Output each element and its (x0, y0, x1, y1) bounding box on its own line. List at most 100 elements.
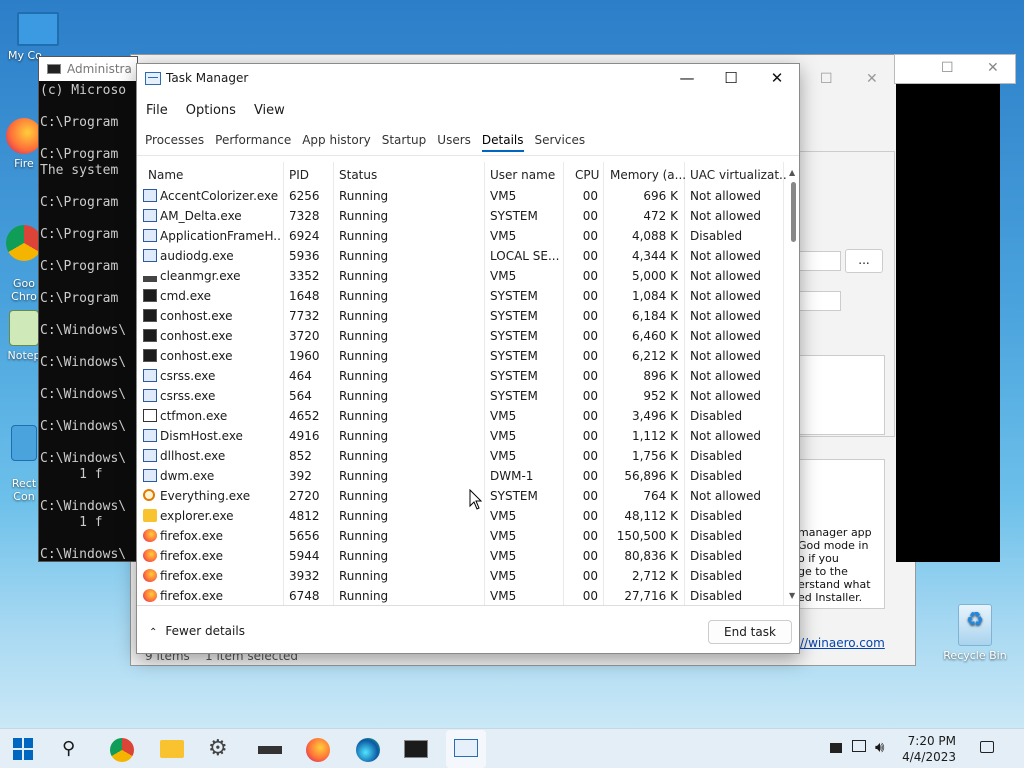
cleanmgr-icon[interactable] (258, 746, 282, 754)
cell-name: audiodg.exe (160, 249, 234, 263)
col-header-name[interactable]: Name (148, 168, 183, 188)
app-window-icon (143, 369, 157, 382)
tray-monitor-icon[interactable] (852, 740, 866, 752)
file-explorer-icon[interactable] (160, 740, 184, 758)
table-row[interactable]: dwm.exe 392 Running DWM-1 00 56,896 K Disabled (138, 466, 786, 486)
cell-user: SYSTEM (490, 289, 538, 303)
tab-app-history[interactable]: App history (302, 133, 371, 150)
scroll-down-icon[interactable]: ▼ (789, 591, 795, 600)
table-row[interactable]: ctfmon.exe 4652 Running VM5 00 3,496 K Disable… (138, 406, 786, 426)
cell-name: conhost.exe (160, 309, 233, 323)
search-icon[interactable]: ⚲ (62, 738, 86, 760)
browse-button[interactable]: ... (845, 249, 883, 273)
fewer-details-button[interactable]: ⌃ Fewer details (149, 624, 245, 638)
end-task-button[interactable]: End task (708, 620, 792, 644)
col-header-pid[interactable]: PID (289, 168, 309, 188)
col-header-memory[interactable]: Memory (a... (610, 168, 686, 188)
bg-field-2[interactable] (795, 291, 841, 311)
maximize-icon[interactable]: ☐ (820, 71, 833, 87)
desc-line: ed Installer. (798, 591, 863, 604)
table-row[interactable]: conhost.exe 3720 Running SYSTEM 00 6,460 K Not… (138, 326, 786, 346)
desktop-icon-recycle-bin[interactable]: ♻ Recycle Bin (942, 604, 1008, 662)
menu-file[interactable]: File (146, 103, 168, 118)
terminal-icon[interactable] (404, 740, 428, 758)
table-row[interactable]: AccentColorizer.exe 6256 Running VM5 00 696 K… (138, 186, 786, 206)
desktop-icon-my-computer[interactable]: My Co (8, 12, 68, 62)
cell-user: VM5 (490, 549, 517, 563)
cell-status: Running (339, 189, 389, 203)
table-row[interactable]: firefox.exe 5656 Running VM5 00 150,500 K Disa… (138, 526, 786, 546)
tab-users[interactable]: Users (437, 133, 471, 150)
cell-uac: Not allowed (690, 429, 762, 443)
cmd-line: C:\Windows\ (40, 451, 127, 466)
table-row[interactable]: csrss.exe 464 Running SYSTEM 00 896 K Not allo… (138, 366, 786, 386)
table-row[interactable]: firefox.exe 3932 Running VM5 00 2,712 K Disabl… (138, 566, 786, 586)
table-row[interactable]: DismHost.exe 4916 Running VM5 00 1,112 K Not a… (138, 426, 786, 446)
cell-name: conhost.exe (160, 349, 233, 363)
app-window-icon (143, 229, 157, 242)
table-row[interactable]: conhost.exe 1960 Running SYSTEM 00 6,212 K Not… (138, 346, 786, 366)
cmd-window[interactable]: Administra (c) Microso C:\Program C:\Progr… (38, 56, 138, 562)
cell-status: Running (339, 349, 389, 363)
desc-line: erstand what (798, 578, 871, 591)
cmd-line (40, 307, 137, 323)
tab-startup[interactable]: Startup (382, 133, 427, 150)
close-icon[interactable]: ✕ (866, 71, 878, 87)
table-row[interactable]: AM_Delta.exe 7328 Running SYSTEM 00 472 K Not … (138, 206, 786, 226)
table-row[interactable]: cleanmgr.exe 3352 Running VM5 00 5,000 K Not a… (138, 266, 786, 286)
close-icon[interactable]: ✕ (987, 60, 999, 76)
cmd-line: C:\Windows\ (40, 355, 127, 370)
tab-performance[interactable]: Performance (215, 133, 291, 150)
vertical-scrollbar[interactable]: ▲ ▼ (788, 166, 799, 604)
col-header-uac[interactable]: UAC virtualizat... (690, 168, 786, 188)
table-row[interactable]: firefox.exe 6748 Running VM5 00 27,716 K Disab… (138, 586, 786, 606)
volume-icon[interactable]: 🔊︎ (875, 738, 884, 756)
details-table[interactable]: ⌃ Name PID Status User name CPU Memory (… (138, 162, 786, 606)
scrollbar-thumb[interactable] (791, 182, 796, 242)
maximize-button[interactable]: ☐ (708, 64, 754, 94)
tab-services[interactable]: Services (535, 133, 586, 150)
cell-pid: 392 (289, 469, 312, 483)
table-row[interactable]: conhost.exe 7732 Running SYSTEM 00 6,184 K Not… (138, 306, 786, 326)
table-row[interactable]: ApplicationFrameH... 6924 Running VM5 00 4,08… (138, 226, 786, 246)
menu-bar: File Options View (137, 94, 799, 126)
maximize-icon[interactable]: ☐ (941, 60, 954, 76)
clock[interactable]: 7:20 PM 4/4/2023 (896, 733, 956, 765)
cell-user: VM5 (490, 189, 517, 203)
close-button[interactable]: ✕ (754, 64, 800, 94)
start-icon[interactable] (13, 738, 37, 760)
tab-details[interactable]: Details (481, 133, 524, 152)
menu-view[interactable]: View (254, 103, 285, 118)
col-header-status[interactable]: Status (339, 168, 377, 188)
col-header-cpu[interactable]: CPU (575, 168, 599, 188)
notification-icon[interactable] (980, 741, 994, 753)
firefox-icon[interactable] (306, 738, 330, 762)
edge-icon[interactable] (356, 738, 380, 762)
tab-processes[interactable]: Processes (145, 133, 204, 150)
cell-status: Running (339, 409, 389, 423)
table-row[interactable]: firefox.exe 5944 Running VM5 00 80,836 K Disab… (138, 546, 786, 566)
scroll-up-icon[interactable]: ▲ (789, 168, 795, 177)
cell-name: firefox.exe (160, 589, 224, 603)
table-row[interactable]: cmd.exe 1648 Running SYSTEM 00 1,084 K Not all… (138, 286, 786, 306)
table-row[interactable]: csrss.exe 564 Running SYSTEM 00 952 K Not allo… (138, 386, 786, 406)
menu-options[interactable]: Options (186, 103, 236, 118)
table-row[interactable]: audiodg.exe 5936 Running LOCAL SE... 00 4,344… (138, 246, 786, 266)
task-manager-icon[interactable] (446, 730, 486, 768)
settings-icon[interactable]: ⚙ (208, 738, 232, 760)
cell-uac: Not allowed (690, 209, 762, 223)
desc-line: manager app (798, 526, 872, 539)
task-manager-window[interactable]: Task Manager — ☐ ✕ File Options View Pro… (136, 63, 800, 654)
bg-path-field[interactable] (795, 251, 841, 271)
cell-cpu: 00 (582, 249, 598, 263)
cell-mem: 952 K (643, 389, 678, 403)
col-header-user[interactable]: User name (490, 168, 555, 188)
minimize-button[interactable]: — (664, 64, 710, 94)
chrome-icon[interactable] (110, 738, 134, 762)
table-row[interactable]: Everything.exe 2720 Running SYSTEM 00 764 K No… (138, 486, 786, 506)
cmd-line: C:\Windows\ (40, 499, 127, 514)
table-row[interactable]: dllhost.exe 852 Running VM5 00 1,756 K Disable… (138, 446, 786, 466)
table-row[interactable]: explorer.exe 4812 Running VM5 00 48,112 K Disa… (138, 506, 786, 526)
winaero-link[interactable]: //winaero.com (800, 636, 885, 650)
tray-network-icon[interactable] (830, 743, 842, 753)
